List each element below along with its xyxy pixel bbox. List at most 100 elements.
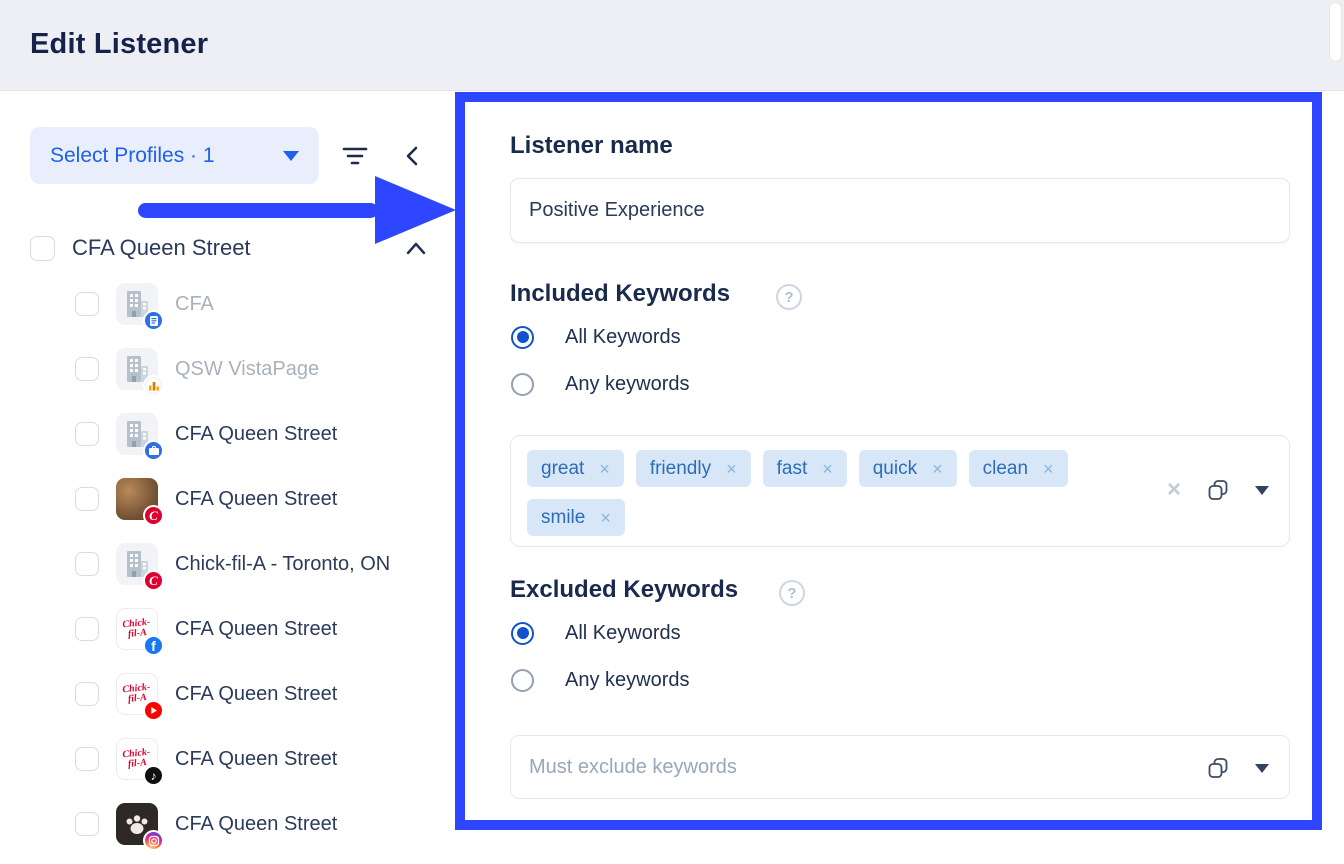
keyword-chip: clean × xyxy=(969,450,1068,487)
profile-name: CFA Queen Street xyxy=(175,618,337,641)
help-icon[interactable]: ? xyxy=(779,580,805,606)
profile-row[interactable]: CFA Queen Street xyxy=(75,803,390,845)
help-icon[interactable]: ? xyxy=(776,284,802,310)
profile-checkbox[interactable] xyxy=(75,357,99,381)
chevron-left-icon xyxy=(401,144,425,168)
remove-keyword-icon[interactable]: × xyxy=(599,460,610,478)
remove-keyword-icon[interactable]: × xyxy=(1043,460,1054,478)
annotation-arrow-bar xyxy=(138,203,378,218)
copy-icon[interactable] xyxy=(1206,478,1230,502)
profile-avatar: Chick-fil-A xyxy=(116,673,158,715)
radio-all-keywords-included[interactable] xyxy=(511,326,534,349)
platform-badge-icon xyxy=(143,700,164,721)
profile-checkbox[interactable] xyxy=(75,617,99,641)
keyword-chip: quick × xyxy=(859,450,957,487)
chevron-down-icon[interactable] xyxy=(1255,764,1269,773)
included-match-options: All Keywords Any keywords xyxy=(511,324,690,397)
platform-badge-icon: ♪ xyxy=(143,765,164,786)
remove-keyword-icon[interactable]: × xyxy=(932,460,943,478)
profile-checkbox[interactable] xyxy=(75,487,99,511)
profile-checkbox[interactable] xyxy=(75,292,99,316)
radio-row: Any keywords xyxy=(511,371,690,397)
platform-badge-icon xyxy=(143,440,164,461)
radio-row: Any keywords xyxy=(511,667,690,693)
profile-name: Chick-fil-A - Toronto, ON xyxy=(175,553,390,576)
group-label: CFA Queen Street xyxy=(72,235,404,261)
chevron-up-icon[interactable] xyxy=(404,239,428,257)
remove-keyword-icon[interactable]: × xyxy=(600,509,611,527)
profiles-sidebar: Select Profiles · 1 CFA Queen Street xyxy=(0,91,455,864)
excluded-keywords-heading: Excluded Keywords xyxy=(510,576,738,604)
profile-checkbox[interactable] xyxy=(75,747,99,771)
profile-name: CFA Queen Street xyxy=(175,748,337,771)
keyword-text: quick xyxy=(873,458,917,480)
radio-row: All Keywords xyxy=(511,324,690,350)
collapse-sidebar-button[interactable] xyxy=(390,133,436,179)
profile-avatar xyxy=(116,283,158,325)
page-title: Edit Listener xyxy=(30,28,208,61)
platform-badge-icon: f xyxy=(143,635,164,656)
keyword-text: clean xyxy=(983,458,1028,480)
excluded-keywords-placeholder: Must exclude keywords xyxy=(529,756,737,779)
profile-row[interactable]: Chick-fil-A CFA Queen Street xyxy=(75,673,390,715)
filter-button[interactable] xyxy=(332,133,378,179)
profile-row[interactable]: CFA xyxy=(75,283,390,325)
platform-badge-icon: C xyxy=(143,570,164,591)
keyword-chip: great × xyxy=(527,450,624,487)
keyword-chip: fast × xyxy=(763,450,847,487)
profile-avatar xyxy=(116,803,158,845)
select-profiles-dropdown[interactable]: Select Profiles · 1 xyxy=(30,127,319,184)
keyword-chip: smile × xyxy=(527,499,625,536)
profile-checkbox[interactable] xyxy=(75,682,99,706)
remove-keyword-icon[interactable]: × xyxy=(726,460,737,478)
included-keywords-input[interactable]: great × friendly × fast × quick xyxy=(510,435,1290,547)
profile-group-row[interactable]: CFA Queen Street xyxy=(30,235,428,261)
profile-avatar: C xyxy=(116,478,158,520)
listener-name-label: Listener name xyxy=(510,132,673,160)
clear-all-icon[interactable]: × xyxy=(1167,478,1181,502)
profile-row[interactable]: Chick-fil-A ♪ CFA Queen Street xyxy=(75,738,390,780)
chevron-down-icon[interactable] xyxy=(1255,486,1269,495)
filter-icon xyxy=(342,145,368,167)
profile-row[interactable]: C Chick-fil-A - Toronto, ON xyxy=(75,543,390,585)
header: Edit Listener xyxy=(0,0,1344,91)
profile-row[interactable]: Chick-fil-A f CFA Queen Street xyxy=(75,608,390,650)
keyword-chip: friendly × xyxy=(636,450,751,487)
select-profiles-label: Select Profiles · 1 xyxy=(50,144,215,168)
included-keywords-heading: Included Keywords xyxy=(510,280,730,308)
group-checkbox[interactable] xyxy=(30,236,55,261)
keyword-text: fast xyxy=(777,458,808,480)
profile-checkbox[interactable] xyxy=(75,812,99,836)
profile-avatar: Chick-fil-A f xyxy=(116,608,158,650)
radio-row: All Keywords xyxy=(511,620,690,646)
platform-badge-icon xyxy=(143,375,164,396)
keyword-text: smile xyxy=(541,507,585,529)
radio-label: All Keywords xyxy=(565,326,681,349)
scrollbar-thumb[interactable] xyxy=(1330,3,1341,61)
profile-name: CFA xyxy=(175,293,214,316)
excluded-keywords-input[interactable]: Must exclude keywords xyxy=(510,735,1290,799)
profile-row[interactable]: C CFA Queen Street xyxy=(75,478,390,520)
profile-checkbox[interactable] xyxy=(75,422,99,446)
profile-name: CFA Queen Street xyxy=(175,813,337,836)
profile-avatar xyxy=(116,348,158,390)
remove-keyword-icon[interactable]: × xyxy=(822,460,833,478)
radio-label: All Keywords xyxy=(565,622,681,645)
excluded-match-options: All Keywords Any keywords xyxy=(511,620,690,693)
chevron-down-icon xyxy=(283,151,299,161)
radio-all-keywords-excluded[interactable] xyxy=(511,622,534,645)
profile-row[interactable]: QSW VistaPage xyxy=(75,348,390,390)
radio-label: Any keywords xyxy=(565,669,690,692)
profile-checkbox[interactable] xyxy=(75,552,99,576)
listener-name-input[interactable] xyxy=(510,178,1290,243)
platform-badge-icon xyxy=(143,830,164,851)
edit-listener-window: Edit Listener Select Profiles · 1 xyxy=(0,0,1344,864)
keyword-text: friendly xyxy=(650,458,711,480)
copy-icon[interactable] xyxy=(1206,756,1230,780)
radio-any-keywords-included[interactable] xyxy=(511,373,534,396)
profile-name: CFA Queen Street xyxy=(175,423,337,446)
profile-row[interactable]: CFA Queen Street xyxy=(75,413,390,455)
profile-list: CFA QSW VistaPage xyxy=(75,283,390,845)
profile-avatar xyxy=(116,413,158,455)
radio-any-keywords-excluded[interactable] xyxy=(511,669,534,692)
